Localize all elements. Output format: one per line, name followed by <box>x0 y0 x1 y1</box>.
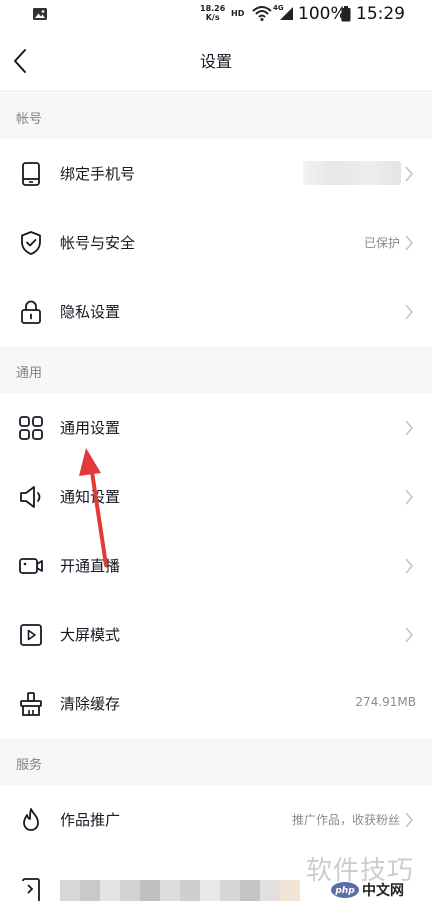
blurred-phone-number <box>303 161 401 185</box>
row-label: 大屏模式 <box>60 626 121 644</box>
settings-row-privacy[interactable]: 隐私设置 <box>0 277 432 346</box>
row-label: 隐私设置 <box>60 303 121 321</box>
battery-percent: 100% <box>298 4 347 24</box>
section-title: 帐号 <box>16 112 43 127</box>
chevron-right-icon <box>405 489 414 505</box>
chevron-right-icon <box>405 166 414 182</box>
row-label: 绑定手机号 <box>60 165 136 183</box>
play-screen-icon <box>20 624 42 646</box>
row-label: 开通直播 <box>60 557 121 575</box>
chevron-right-icon <box>405 304 414 320</box>
net-speed: 18.26 K/s <box>200 4 226 22</box>
settings-row-notifications[interactable]: 通知设置 <box>0 462 432 531</box>
section-header-account: 帐号 <box>0 93 432 139</box>
clock: 15:29 <box>356 4 405 24</box>
lock-icon <box>21 300 41 324</box>
chevron-right-icon <box>405 812 414 828</box>
chevron-right-icon <box>405 420 414 436</box>
signal-icon <box>280 7 293 20</box>
flame-icon <box>23 808 39 831</box>
settings-row-promotion[interactable]: 作品推广 推广作品，收获粉丝 <box>0 785 432 854</box>
section-title: 通用 <box>16 366 43 381</box>
settings-row-live[interactable]: 开通直播 <box>0 531 432 600</box>
row-label: 清除缓存 <box>60 695 121 713</box>
video-camera-icon <box>19 558 43 574</box>
php-logo-watermark: php 中文网 <box>331 882 404 899</box>
row-label: 通用设置 <box>60 419 121 437</box>
section-title: 服务 <box>16 758 43 773</box>
row-value: 已保护 <box>363 236 400 250</box>
cache-size: 274.91MB <box>355 695 416 709</box>
speaker-icon <box>20 486 41 508</box>
chevron-right-icon <box>405 558 414 574</box>
chevron-right-icon <box>405 235 414 251</box>
phone-icon <box>22 162 40 186</box>
svg-text:中文网: 中文网 <box>362 882 404 899</box>
settings-row-bind-phone[interactable]: 绑定手机号 <box>0 139 432 208</box>
row-label: 作品推广 <box>60 811 121 829</box>
page-title: 设置 <box>199 52 232 71</box>
section-header-service: 服务 <box>0 739 432 785</box>
broom-icon <box>20 692 42 716</box>
row-label: 通知设置 <box>60 488 121 506</box>
battery-icon <box>341 6 351 22</box>
status-bar: 18.26 K/s HD 4G 100% 15:29 <box>0 0 432 30</box>
settings-row-big-screen[interactable]: 大屏模式 <box>0 600 432 669</box>
nav-bar: 设置 <box>0 30 432 92</box>
section-header-general: 通用 <box>0 347 432 393</box>
row-label: 帐号与安全 <box>60 234 136 252</box>
phone-partial-icon <box>22 878 40 901</box>
settings-row-account-security[interactable]: 帐号与安全 已保护 <box>0 208 432 277</box>
pixelated-label <box>60 880 300 901</box>
shield-check-icon <box>21 231 41 255</box>
row-value: 推广作品，收获粉丝 <box>291 813 400 827</box>
settings-row-clear-cache[interactable]: 清除缓存 274.91MB <box>0 669 432 738</box>
grid-icon <box>19 416 43 440</box>
settings-row-general[interactable]: 通用设置 <box>0 393 432 462</box>
chevron-right-icon <box>405 627 414 643</box>
wifi-icon <box>252 6 272 21</box>
gallery-notification-icon <box>33 8 47 20</box>
hd-indicator: HD <box>231 9 245 18</box>
svg-text:php: php <box>334 886 355 896</box>
